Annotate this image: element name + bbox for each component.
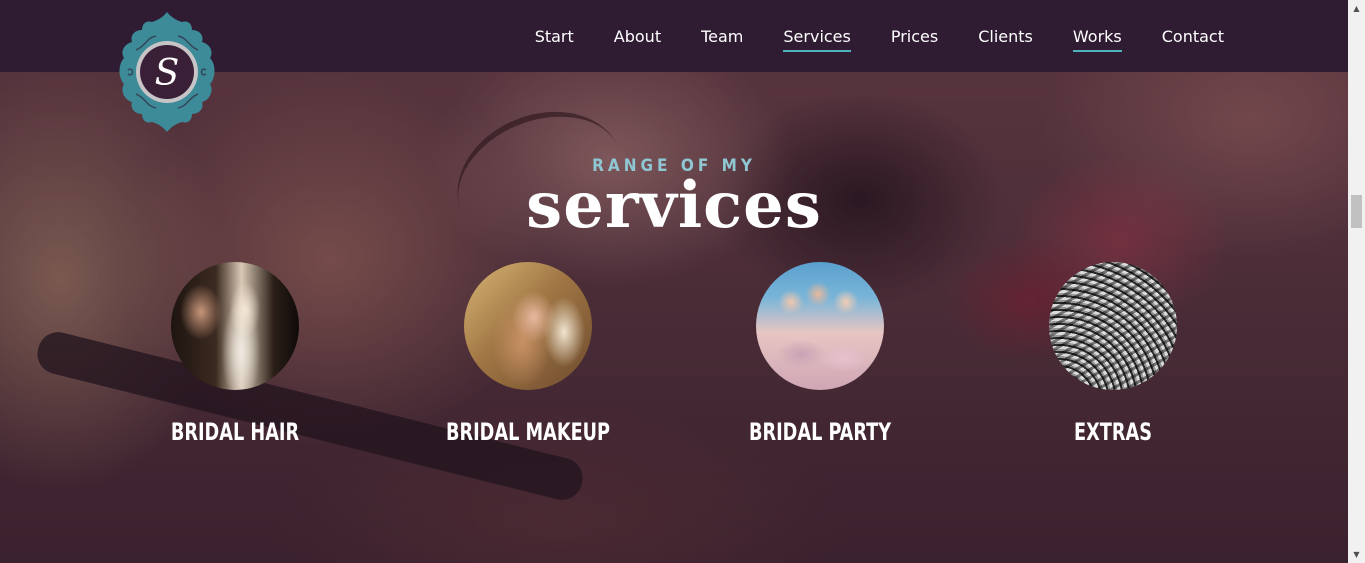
nav-link-contact[interactable]: Contact xyxy=(1162,21,1224,52)
section-title: services xyxy=(526,168,822,243)
service-label[interactable]: BRIDAL HAIR xyxy=(128,418,341,446)
page-scrollbar[interactable]: ▲ ▼ xyxy=(1348,0,1365,563)
nav-link-clients[interactable]: Clients xyxy=(978,21,1033,52)
triangle-up-icon[interactable]: ▲ xyxy=(1348,0,1365,17)
nav-link-about[interactable]: About xyxy=(614,21,661,52)
service-item-bridal-party[interactable]: BRIDAL PARTY xyxy=(690,262,950,446)
service-label[interactable]: EXTRAS xyxy=(1006,418,1219,446)
nav-links: Start About Team Services Prices Clients… xyxy=(495,0,1224,72)
nav-link-team[interactable]: Team xyxy=(701,21,743,52)
nav-link-works[interactable]: Works xyxy=(1072,21,1122,52)
logo-letter: S xyxy=(155,53,180,94)
service-label[interactable]: BRIDAL MAKEUP xyxy=(421,418,634,446)
service-label[interactable]: BRIDAL PARTY xyxy=(713,418,926,446)
section-heading: RANGE OF MY services xyxy=(0,156,1348,243)
services-list: BRIDAL HAIR BRIDAL MAKEUP BRIDAL PARTY E… xyxy=(0,262,1348,462)
bridal-makeup-photo[interactable] xyxy=(464,262,592,390)
service-item-bridal-makeup[interactable]: BRIDAL MAKEUP xyxy=(398,262,658,446)
service-item-extras[interactable]: EXTRAS xyxy=(983,262,1243,446)
service-item-bridal-hair[interactable]: BRIDAL HAIR xyxy=(105,262,365,446)
site-logo[interactable]: S xyxy=(116,10,218,134)
eyelashes-photo[interactable] xyxy=(1049,262,1177,390)
nav-link-prices[interactable]: Prices xyxy=(891,21,938,52)
page: Start About Team Services Prices Clients… xyxy=(0,0,1348,563)
bridal-hair-photo[interactable] xyxy=(171,262,299,390)
triangle-down-icon[interactable]: ▼ xyxy=(1348,546,1365,563)
scrollbar-thumb[interactable] xyxy=(1351,195,1362,228)
nav-link-start[interactable]: Start xyxy=(535,21,574,52)
bridal-party-photo[interactable] xyxy=(756,262,884,390)
nav-link-services[interactable]: Services xyxy=(783,21,852,52)
logo-emblem-icon: S xyxy=(119,12,215,132)
